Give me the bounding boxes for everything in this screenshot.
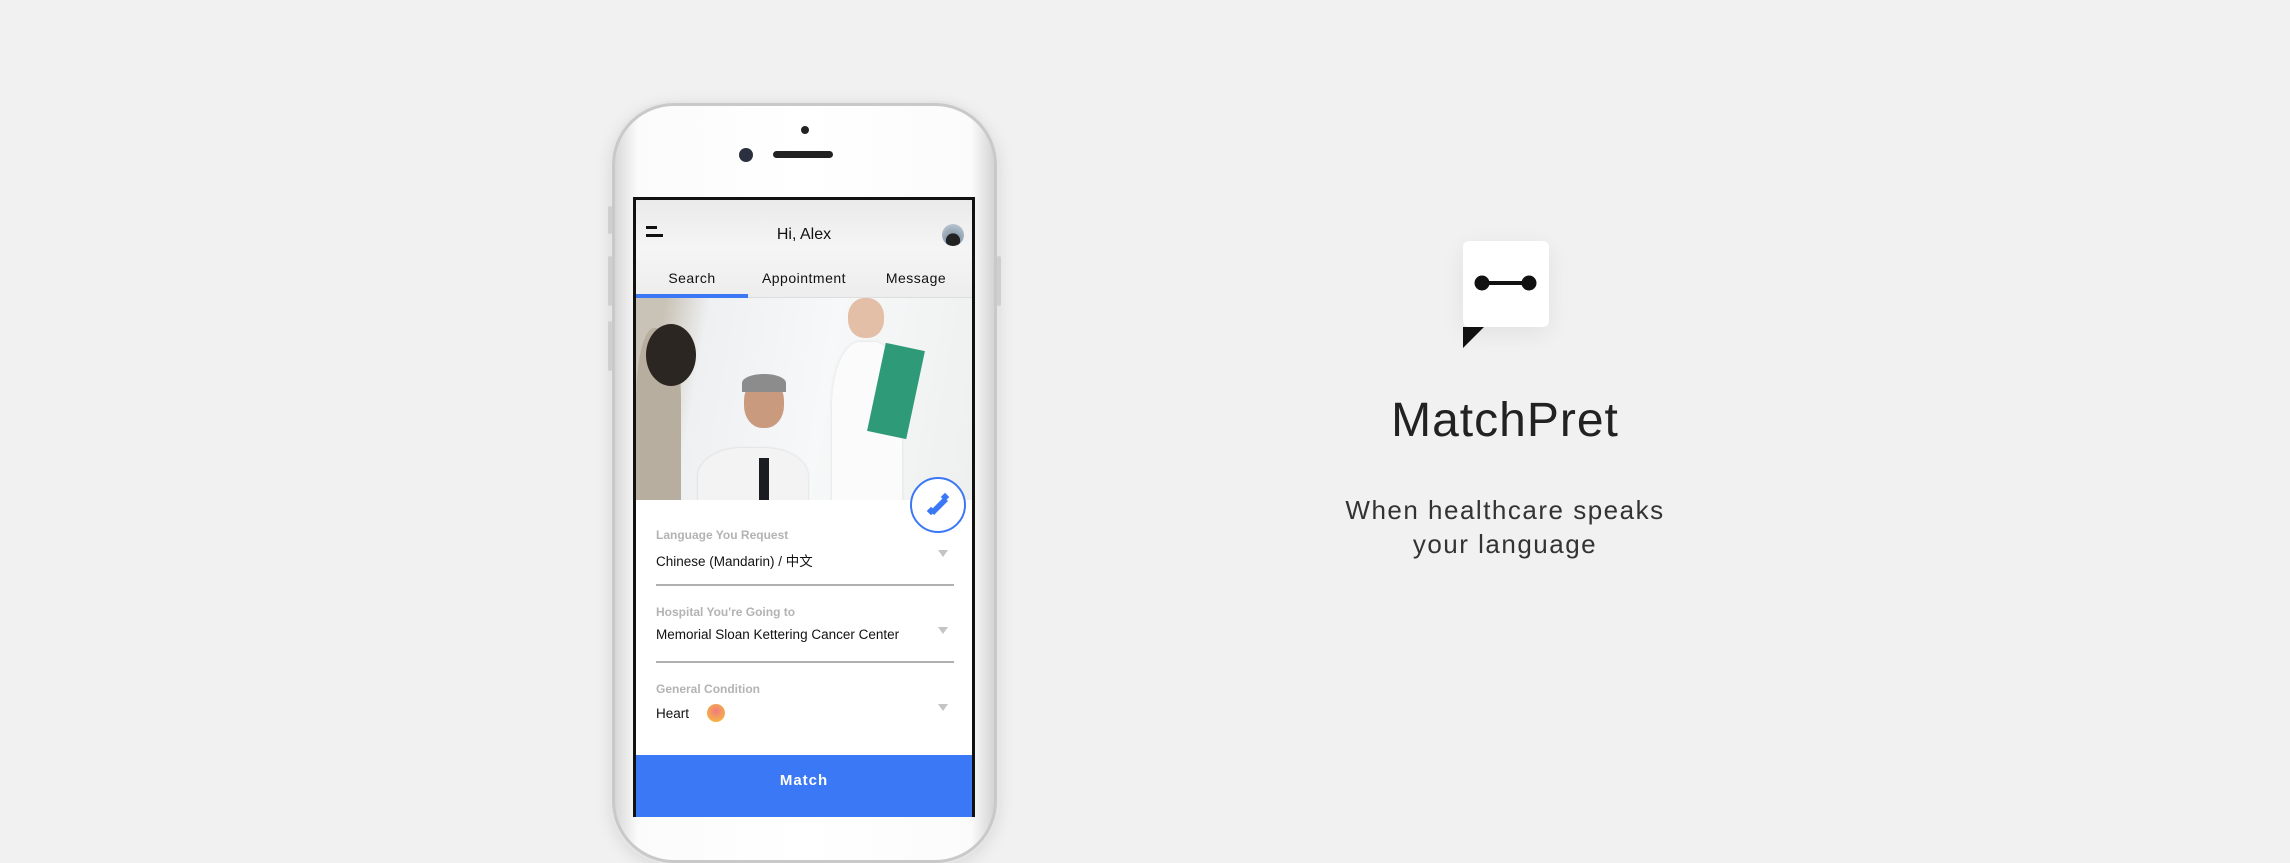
- chevron-down-icon: [938, 627, 948, 634]
- tagline-line-1: When healthcare speaks: [1345, 495, 1665, 525]
- tab-search[interactable]: Search: [636, 266, 748, 298]
- tagline-line-2: your language: [1412, 529, 1598, 559]
- matchpret-logo-icon: [1463, 241, 1549, 327]
- call-button[interactable]: [910, 477, 966, 533]
- hospital-value: Memorial Sloan Kettering Cancer Center: [656, 627, 900, 642]
- phone-sensor: [801, 126, 809, 134]
- language-select[interactable]: Language You Request Chinese (Mandarin) …: [656, 528, 954, 586]
- field-underline: [656, 661, 954, 663]
- hospital-label: Hospital You're Going to: [656, 605, 796, 619]
- condition-value: Heart: [656, 705, 690, 721]
- sick-face-emoji-icon: [707, 704, 726, 722]
- condition-select[interactable]: General Condition Heart: [656, 682, 954, 722]
- phone-volume-down: [608, 321, 612, 371]
- chevron-down-icon: [938, 704, 948, 711]
- phone-camera: [739, 148, 753, 162]
- avatar[interactable]: [942, 224, 964, 246]
- greeting-title: Hi, Alex: [776, 226, 832, 243]
- app-header: Hi, Alex Search Appointment Message: [636, 200, 972, 298]
- app-screen: Hi, Alex Search Appointment Message Lang…: [633, 197, 975, 817]
- tab-message[interactable]: Message: [860, 266, 972, 298]
- language-label: Language You Request: [656, 528, 789, 542]
- logo-speech-tail: [1463, 327, 1484, 348]
- match-button[interactable]: Match: [636, 755, 972, 817]
- phone-icon: [926, 492, 950, 516]
- phone-power-button: [997, 256, 1001, 306]
- brand-name: MatchPret: [1391, 394, 1619, 447]
- tab-appointment[interactable]: Appointment: [748, 266, 860, 298]
- language-value: Chinese (Mandarin) / 中文: [656, 554, 813, 569]
- phone-speaker: [773, 151, 833, 158]
- tab-bar: Search Appointment Message: [636, 266, 972, 298]
- phone-volume-up: [608, 256, 612, 306]
- field-underline: [656, 584, 954, 586]
- hospital-select[interactable]: Hospital You're Going to Memorial Sloan …: [656, 605, 954, 663]
- chevron-down-icon: [938, 550, 948, 557]
- condition-label: General Condition: [656, 682, 761, 696]
- hero-photo: [636, 298, 972, 500]
- phone-mute-switch: [608, 206, 612, 234]
